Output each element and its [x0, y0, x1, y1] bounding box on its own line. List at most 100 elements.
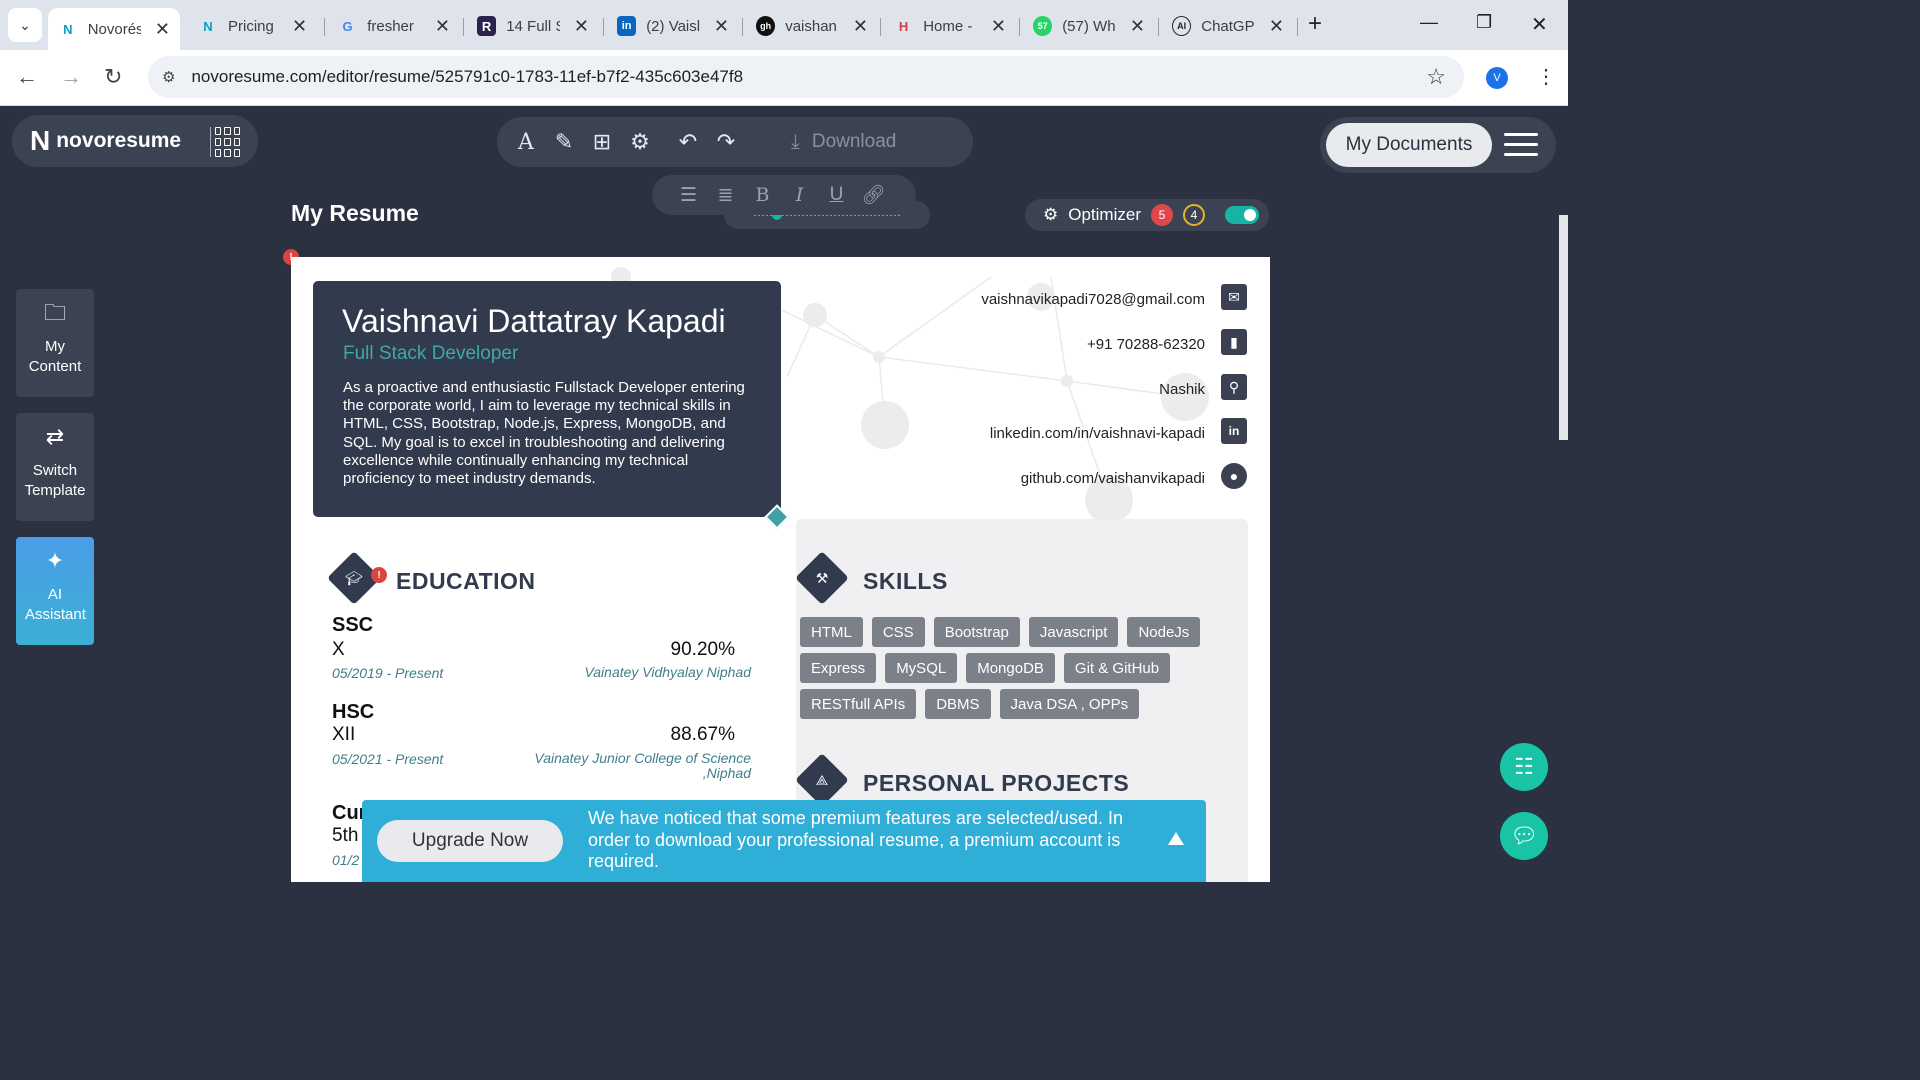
- education-score[interactable]: 90.20%: [671, 639, 735, 661]
- browser-menu-icon[interactable]: ⋮: [1536, 64, 1556, 89]
- education-subtitle[interactable]: XII: [332, 724, 355, 746]
- collapse-banner-icon[interactable]: [1168, 832, 1184, 845]
- close-tab-icon[interactable]: ✕: [292, 16, 307, 37]
- education-date[interactable]: 05/2021 - Present: [332, 751, 443, 767]
- skill-chip[interactable]: MySQL: [885, 653, 958, 683]
- sidebar-item-switch-template[interactable]: ⇄ Switch Template: [16, 413, 94, 521]
- profile-avatar[interactable]: V: [1486, 67, 1508, 89]
- close-window-icon[interactable]: ✕: [1531, 12, 1548, 37]
- close-tab-icon[interactable]: ✕: [574, 16, 589, 37]
- close-tab-icon[interactable]: ✕: [1130, 16, 1145, 37]
- education-subtitle[interactable]: X: [332, 639, 345, 661]
- education-institution[interactable]: Vainatey Junior College of Science ,Niph…: [534, 751, 751, 781]
- my-documents-button[interactable]: My Documents: [1326, 123, 1492, 167]
- tab-home[interactable]: H Home - ✕: [884, 8, 1016, 44]
- align-justify-icon[interactable]: ≣: [707, 184, 744, 207]
- reload-icon[interactable]: ↻: [104, 64, 122, 90]
- skill-chip[interactable]: Bootstrap: [933, 617, 1020, 647]
- bold-icon[interactable]: B: [744, 184, 781, 206]
- contact-email[interactable]: vaishnavikapadi7028@gmail.com: [981, 291, 1205, 308]
- skill-chip[interactable]: MongoDB: [966, 653, 1055, 683]
- skill-chip[interactable]: Java DSA , OPPs: [999, 689, 1140, 719]
- url-field[interactable]: ⚙ novoresume.com/editor/resume/525791c0-…: [148, 56, 1464, 98]
- italic-icon[interactable]: I: [781, 184, 818, 206]
- layout-icon[interactable]: ⊞: [583, 129, 621, 155]
- close-tab-icon[interactable]: ✕: [1269, 16, 1284, 37]
- restore-window-icon[interactable]: ❐: [1476, 12, 1492, 33]
- sidebar-item-my-content[interactable]: 🗀︎ My Content: [16, 289, 94, 397]
- close-tab-icon[interactable]: ✕: [435, 16, 450, 37]
- education-date[interactable]: 01/2: [332, 852, 359, 868]
- tab-whatsapp[interactable]: 57 (57) Wh ✕: [1023, 8, 1155, 44]
- tab-novoresume-editor[interactable]: N Novorés ✕: [48, 8, 180, 50]
- summary-text[interactable]: As a proactive and enthusiastic Fullstac…: [343, 379, 759, 488]
- design-brush-icon[interactable]: ✎: [545, 129, 583, 155]
- download-button[interactable]: ⤓ Download: [791, 131, 896, 154]
- link-icon[interactable]: 🔗︎: [855, 183, 892, 207]
- contact-phone[interactable]: +91 70288-62320: [1087, 336, 1205, 353]
- education-score[interactable]: 88.67%: [671, 724, 735, 746]
- url-text[interactable]: novoresume.com/editor/resume/525791c0-17…: [191, 67, 743, 87]
- minimize-icon[interactable]: —: [1420, 12, 1438, 33]
- education-institution[interactable]: Vainatey Vidhyalay Niphad: [584, 665, 751, 680]
- optimizer-icon: ⚙: [1043, 205, 1059, 224]
- undo-icon[interactable]: ↶: [669, 129, 707, 155]
- forward-arrow-icon[interactable]: →: [60, 64, 82, 90]
- skill-chip[interactable]: Javascript: [1028, 617, 1119, 647]
- back-arrow-icon[interactable]: ←: [16, 64, 38, 90]
- section-title-skills[interactable]: SKILLS: [863, 568, 948, 595]
- skill-chip[interactable]: NodeJs: [1127, 617, 1201, 647]
- skill-chip[interactable]: DBMS: [925, 689, 991, 719]
- tab-google-search[interactable]: G fresher ✕: [328, 8, 460, 44]
- app-logo[interactable]: N novoresume: [12, 115, 258, 167]
- hamburger-menu-icon[interactable]: [1504, 133, 1538, 163]
- download-icon: ⤓: [791, 130, 800, 153]
- optimizer-toggle[interactable]: [1224, 206, 1259, 224]
- tab-chatgpt[interactable]: AI ChatGP ✕: [1162, 8, 1294, 44]
- sidebar-item-ai-assistant[interactable]: ✦ AI Assistant: [16, 537, 94, 645]
- upgrade-now-button[interactable]: Upgrade Now: [377, 820, 563, 862]
- optimizer-panel[interactable]: ⚙ Optimizer 5 4: [1025, 199, 1269, 231]
- tab-github[interactable]: gh vaishan ✕: [746, 8, 878, 44]
- sidebar-item-label: My Content: [28, 338, 82, 375]
- settings-gear-icon[interactable]: ⚙: [621, 129, 659, 155]
- close-tab-icon[interactable]: ✕: [714, 16, 729, 37]
- close-tab-icon[interactable]: ✕: [853, 16, 868, 37]
- section-title-education[interactable]: EDUCATION: [396, 568, 536, 595]
- bookmark-star-icon[interactable]: ☆: [1426, 64, 1446, 90]
- contact-location[interactable]: Nashik: [1159, 381, 1205, 398]
- contact-github[interactable]: github.com/vaishanvikapadi: [1021, 470, 1205, 487]
- email-icon: ✉: [1221, 284, 1247, 310]
- font-icon[interactable]: A: [507, 130, 545, 155]
- redo-icon[interactable]: ↷: [707, 129, 745, 155]
- align-left-icon[interactable]: ☰: [670, 184, 707, 207]
- site-settings-icon[interactable]: ⚙: [162, 68, 175, 86]
- skill-chip[interactable]: HTML: [800, 617, 863, 647]
- close-tab-icon[interactable]: ✕: [991, 16, 1006, 37]
- skill-chip[interactable]: CSS: [871, 617, 925, 647]
- page-scrollbar[interactable]: [1559, 215, 1568, 440]
- education-title[interactable]: SSC: [332, 614, 373, 637]
- candidate-name[interactable]: Vaishnavi Dattatray Kapadi: [342, 303, 726, 340]
- resume-header-card[interactable]: Vaishnavi Dattatray Kapadi Full Stack De…: [313, 281, 781, 517]
- section-title-projects[interactable]: PERSONAL PROJECTS: [863, 770, 1129, 797]
- close-tab-icon[interactable]: ✕: [155, 19, 170, 40]
- candidate-role[interactable]: Full Stack Developer: [343, 343, 518, 365]
- chat-support-button[interactable]: 💬︎: [1500, 812, 1548, 860]
- skill-chip[interactable]: Git & GitHub: [1063, 653, 1171, 683]
- tab-pricing[interactable]: N Pricing | ✕: [188, 8, 320, 44]
- apps-grid-icon[interactable]: [210, 127, 240, 157]
- feedback-button[interactable]: ☷: [1500, 743, 1548, 791]
- skill-chip[interactable]: RESTfull APIs: [800, 689, 917, 719]
- skill-chip[interactable]: Express: [800, 653, 877, 683]
- tab-fullstack[interactable]: R 14 Full S ✕: [467, 8, 599, 44]
- education-date[interactable]: 05/2019 - Present: [332, 665, 443, 681]
- underline-icon[interactable]: U: [818, 184, 855, 206]
- tab-search-button[interactable]: ⌄: [8, 8, 42, 42]
- tab-linkedin[interactable]: in (2) Vaisl ✕: [607, 8, 739, 44]
- education-subtitle[interactable]: 5th: [332, 825, 358, 847]
- warning-icon[interactable]: !: [371, 567, 387, 583]
- education-title[interactable]: HSC: [332, 701, 374, 724]
- contact-linkedin[interactable]: linkedin.com/in/vaishnavi-kapadi: [990, 425, 1205, 442]
- new-tab-button[interactable]: +: [1308, 10, 1322, 38]
